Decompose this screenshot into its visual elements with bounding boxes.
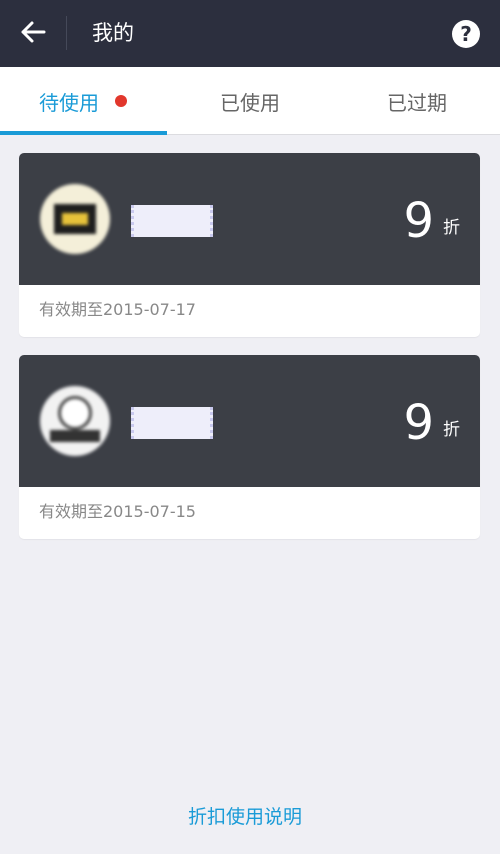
coupon-card[interactable]: 9 折 有效期至2015-07-15 xyxy=(19,355,480,539)
discount-unit: 折 xyxy=(443,218,460,238)
tab-label: 待使用 xyxy=(39,90,99,115)
title-bar: 我的 ? xyxy=(0,0,500,67)
discount-unit: 折 xyxy=(443,420,460,440)
tab-label: 已使用 xyxy=(220,90,280,115)
back-arrow-icon xyxy=(20,20,46,48)
merchant-logo-icon xyxy=(58,396,92,430)
coupon-card[interactable]: 9 折 有效期至2015-07-17 xyxy=(19,153,480,337)
redacted-merchant-name xyxy=(131,205,213,237)
merchant-logo-band xyxy=(50,430,100,442)
validity-text: 有效期至2015-07-17 xyxy=(39,300,196,319)
tab-expired[interactable]: 已过期 xyxy=(334,67,500,135)
active-tab-indicator xyxy=(0,131,167,135)
help-button[interactable]: ? xyxy=(452,20,480,48)
tab-used[interactable]: 已使用 xyxy=(167,67,333,135)
coupon-tabs: 待使用 已使用 已过期 xyxy=(0,67,500,135)
help-icon: ? xyxy=(460,22,472,46)
coupon-card-header: 9 折 xyxy=(19,153,480,285)
merchant-logo-icon xyxy=(54,204,96,234)
merchant-avatar xyxy=(40,386,110,456)
tab-unused[interactable]: 待使用 xyxy=(0,67,166,135)
redacted-merchant-name xyxy=(131,407,213,439)
page-title: 我的 xyxy=(92,21,134,45)
back-button[interactable] xyxy=(12,14,54,54)
discount-value: 9 xyxy=(403,395,434,451)
discount-value: 9 xyxy=(403,193,434,249)
validity-text: 有效期至2015-07-15 xyxy=(39,502,196,521)
header-divider xyxy=(66,16,67,50)
merchant-avatar xyxy=(40,184,110,254)
tab-label: 已过期 xyxy=(387,90,447,115)
coupon-card-header: 9 折 xyxy=(19,355,480,487)
new-badge-dot xyxy=(115,95,127,107)
discount-instructions-link[interactable]: 折扣使用说明 xyxy=(188,804,302,830)
